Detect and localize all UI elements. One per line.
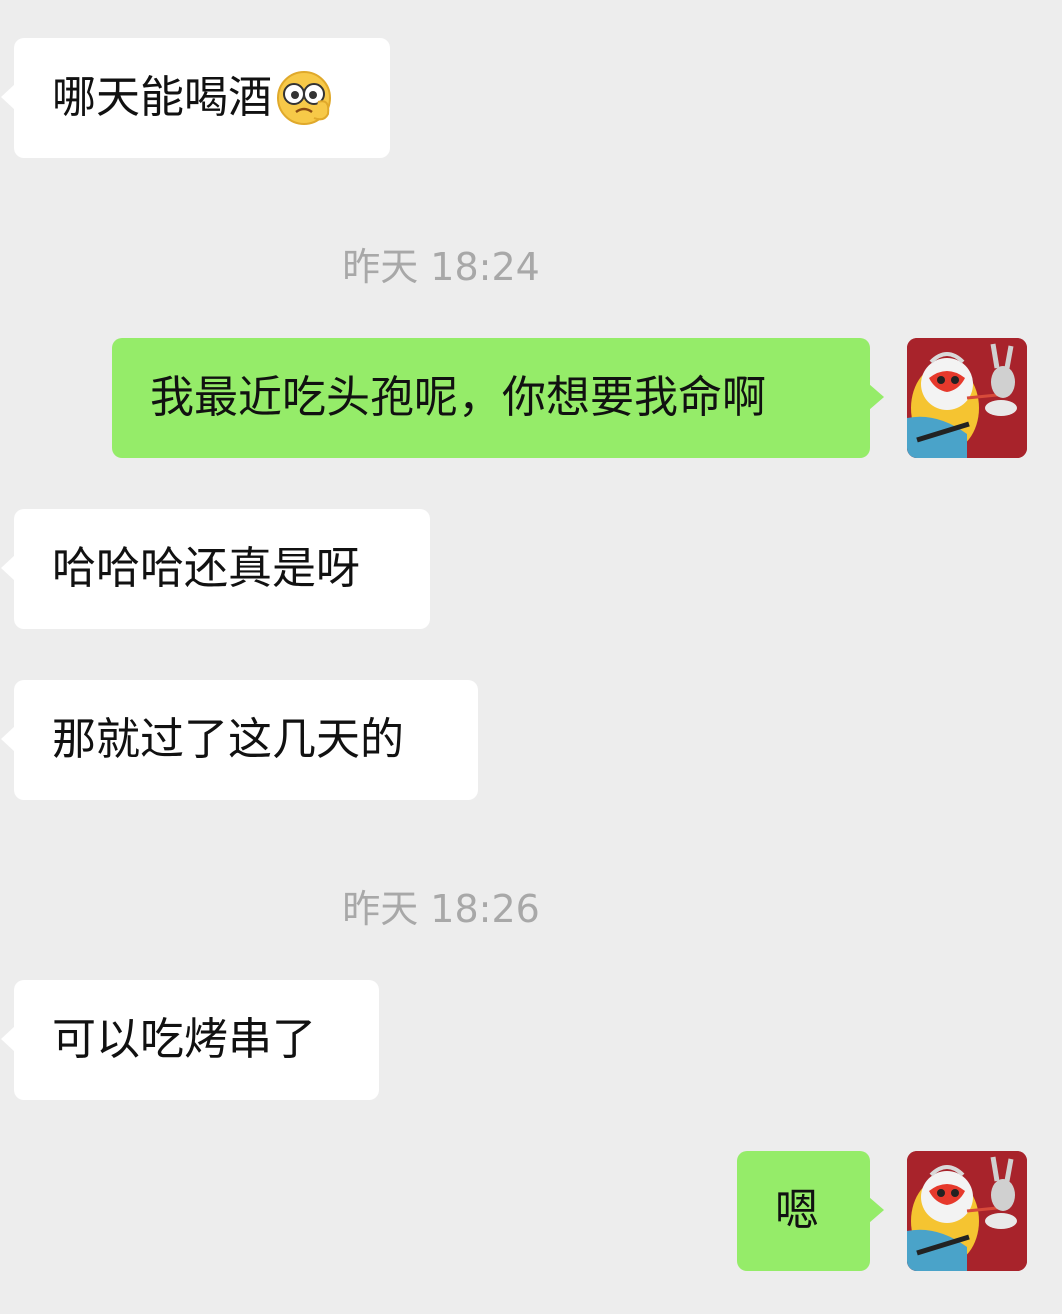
- avatar[interactable]: [907, 1151, 1027, 1271]
- message-bubble-outgoing[interactable]: 嗯: [737, 1151, 884, 1271]
- message-bubble-incoming[interactable]: 哪天能喝酒: [1, 38, 390, 158]
- chat-history[interactable]: 哪天能喝酒 昨天 18:24 我最近吃头孢呢，你想要我命啊 哈哈哈还真是呀 那就…: [0, 0, 1062, 1314]
- avatar[interactable]: [907, 338, 1027, 458]
- message-text: 嗯: [775, 1185, 819, 1236]
- peeking-face-emoji-icon: [277, 71, 331, 125]
- timestamp: 昨天 18:26: [342, 887, 540, 931]
- message-bubble-incoming[interactable]: 可以吃烤串了: [1, 980, 379, 1100]
- message-text: 哪天能喝酒: [52, 72, 272, 123]
- message-text: 可以吃烤串了: [52, 1014, 316, 1065]
- monkey-king-avatar-icon: [907, 1151, 1027, 1271]
- message-text: 哈哈哈还真是呀: [52, 543, 360, 594]
- timestamp: 昨天 18:24: [342, 245, 540, 289]
- monkey-king-avatar-icon: [907, 338, 1027, 458]
- message-text: 那就过了这几天的: [52, 714, 404, 765]
- message-bubble-incoming[interactable]: 哈哈哈还真是呀: [1, 509, 430, 629]
- message-bubble-outgoing[interactable]: 我最近吃头孢呢，你想要我命啊: [112, 338, 884, 458]
- message-text: 我最近吃头孢呢，你想要我命啊: [150, 372, 766, 423]
- message-bubble-incoming[interactable]: 那就过了这几天的: [1, 680, 478, 800]
